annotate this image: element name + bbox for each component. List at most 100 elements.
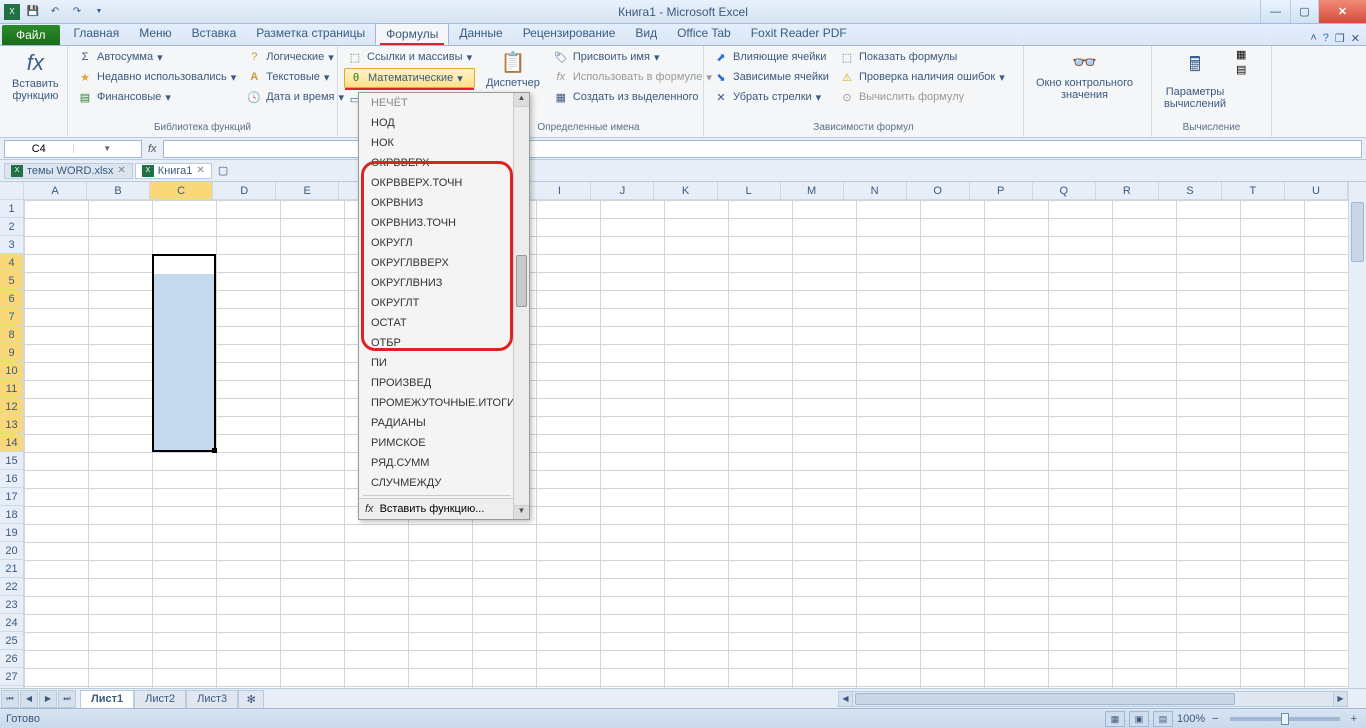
function-menu-item[interactable]: ОКРВВЕРХ.ТОЧН — [359, 173, 513, 193]
formula-input[interactable] — [163, 140, 1362, 158]
sheet-nav-button[interactable]: ⏭ — [58, 690, 76, 708]
column-header[interactable]: E — [276, 182, 339, 199]
row-header[interactable]: 2 — [0, 218, 23, 236]
new-doc-icon[interactable]: ▢ — [218, 164, 228, 177]
window-restore-icon[interactable]: ❐ — [1335, 32, 1345, 45]
normal-view-button[interactable]: ▦ — [1105, 711, 1125, 727]
define-name-button[interactable]: 🏷Присвоить имя ▾ — [550, 48, 715, 66]
function-menu-item[interactable]: ОКРВНИЗ — [359, 193, 513, 213]
row-header[interactable]: 19 — [0, 524, 23, 542]
close-tab-icon[interactable]: ✕ — [117, 165, 125, 176]
zoom-level[interactable]: 100% — [1177, 713, 1205, 725]
row-header[interactable]: 6 — [0, 290, 23, 308]
row-header[interactable]: 11 — [0, 380, 23, 398]
function-menu-item[interactable]: НОД — [359, 113, 513, 133]
function-menu-item[interactable]: ОКРУГЛВНИЗ — [359, 273, 513, 293]
lookup-button[interactable]: ⬚Ссылки и массивы ▾ — [344, 48, 475, 66]
column-header[interactable]: I — [528, 182, 591, 199]
row-header[interactable]: 27 — [0, 668, 23, 686]
scroll-up-icon[interactable]: ▲ — [514, 93, 529, 107]
insert-function-button[interactable]: fx Вставить функцию — [6, 48, 65, 104]
trace-precedents-button[interactable]: ⬈Влияющие ячейки — [710, 48, 832, 66]
page-layout-view-button[interactable]: ▣ — [1129, 711, 1149, 727]
sheet-tab[interactable]: Лист2 — [134, 690, 186, 708]
undo-icon[interactable]: ↶ — [46, 3, 64, 21]
row-header[interactable]: 3 — [0, 236, 23, 254]
ribbon-tab-вид[interactable]: Вид — [625, 23, 667, 45]
function-menu-item[interactable]: ОКРВВЕРХ — [359, 153, 513, 173]
row-header[interactable]: 12 — [0, 398, 23, 416]
function-menu-item[interactable]: ОКРУГЛ — [359, 233, 513, 253]
ribbon-tab-главная[interactable]: Главная — [64, 23, 130, 45]
ribbon-tab-рецензирование[interactable]: Рецензирование — [513, 23, 626, 45]
namebox-dropdown-icon[interactable]: ▼ — [73, 144, 142, 153]
file-tab[interactable]: Файл — [2, 25, 60, 45]
document-tab[interactable]: Xтемы WORD.xlsx✕ — [4, 163, 133, 179]
function-menu-item[interactable]: НЕЧЁТ — [359, 93, 513, 113]
zoom-out-button[interactable]: − — [1209, 713, 1221, 725]
column-header[interactable]: Q — [1033, 182, 1096, 199]
ribbon-tab-формулы[interactable]: Формулы — [375, 23, 449, 45]
math-trig-button[interactable]: θМатематические ▾ — [344, 68, 475, 88]
function-menu-item[interactable]: РЯД.СУММ — [359, 453, 513, 473]
remove-arrows-button[interactable]: ✕Убрать стрелки ▾ — [710, 88, 832, 106]
column-header[interactable]: B — [87, 182, 150, 199]
column-header[interactable]: D — [213, 182, 276, 199]
row-header[interactable]: 23 — [0, 596, 23, 614]
row-header[interactable]: 5 — [0, 272, 23, 290]
minimize-button[interactable]: — — [1260, 0, 1290, 23]
minimize-ribbon-icon[interactable]: ˄ — [1310, 32, 1316, 45]
ribbon-tab-вставка[interactable]: Вставка — [182, 23, 247, 45]
zoom-in-button[interactable]: + — [1348, 713, 1360, 725]
function-menu-item[interactable]: ПИ — [359, 353, 513, 373]
sheet-tab[interactable]: Лист3 — [186, 690, 238, 708]
column-header[interactable]: A — [24, 182, 87, 199]
column-headers[interactable]: ABCDEFGHIJKLMNOPQRSTU — [24, 182, 1348, 200]
trace-dependents-button[interactable]: ⬊Зависимые ячейки — [710, 68, 832, 86]
row-header[interactable]: 14 — [0, 434, 23, 452]
column-header[interactable]: S — [1159, 182, 1222, 199]
document-tab[interactable]: XКнига1✕ — [135, 163, 212, 179]
row-header[interactable]: 10 — [0, 362, 23, 380]
text-button[interactable]: AТекстовые ▾ — [243, 68, 347, 86]
row-header[interactable]: 1 — [0, 200, 23, 218]
recently-used-button[interactable]: ★Недавно использовались ▾ — [74, 68, 239, 86]
new-sheet-button[interactable]: ✻ — [238, 690, 264, 708]
evaluate-formula-button[interactable]: ⊙Вычислить формулу — [836, 88, 1008, 106]
row-header[interactable]: 16 — [0, 470, 23, 488]
create-from-selection-button[interactable]: ▦Создать из выделенного — [550, 88, 715, 106]
function-menu-item[interactable]: ОТБР — [359, 333, 513, 353]
function-menu-item[interactable]: СЛУЧМЕЖДУ — [359, 473, 513, 493]
sheet-tab[interactable]: Лист1 — [80, 690, 134, 708]
help-icon[interactable]: ? — [1323, 32, 1329, 45]
window-close-icon[interactable]: ✕ — [1351, 32, 1360, 45]
row-header[interactable]: 9 — [0, 344, 23, 362]
vertical-scrollbar[interactable] — [1348, 182, 1366, 700]
qat-dropdown-icon[interactable]: ▼ — [90, 3, 108, 21]
ribbon-tab-меню[interactable]: Меню — [129, 23, 181, 45]
row-header[interactable]: 20 — [0, 542, 23, 560]
column-header[interactable]: T — [1222, 182, 1285, 199]
ribbon-tab-данные[interactable]: Данные — [449, 23, 512, 45]
row-header[interactable]: 22 — [0, 578, 23, 596]
error-checking-button[interactable]: ⚠Проверка наличия ошибок ▾ — [836, 68, 1008, 86]
row-headers[interactable]: 1234567891011121314151617181920212223242… — [0, 200, 24, 700]
calc-sheet-icon[interactable]: ▤ — [1236, 63, 1246, 76]
close-tab-icon[interactable]: ✕ — [196, 165, 204, 176]
function-menu-item[interactable]: ПРОМЕЖУТОЧНЫЕ.ИТОГИ — [359, 393, 513, 413]
page-break-view-button[interactable]: ▤ — [1153, 711, 1173, 727]
column-header[interactable]: K — [654, 182, 717, 199]
ribbon-tab-office tab[interactable]: Office Tab — [667, 23, 741, 45]
insert-function-menu-item[interactable]: fx Вставить функцию... — [359, 498, 513, 519]
financial-button[interactable]: ▤Финансовые ▾ — [74, 88, 239, 106]
watch-window-button[interactable]: 👓 Окно контрольного значения — [1030, 48, 1139, 103]
column-header[interactable]: P — [970, 182, 1033, 199]
function-menu-item[interactable]: РАДИАНЫ — [359, 413, 513, 433]
ribbon-tab-foxit reader pdf[interactable]: Foxit Reader PDF — [741, 23, 857, 45]
column-header[interactable]: R — [1096, 182, 1159, 199]
vscroll-thumb[interactable] — [1351, 202, 1364, 262]
show-formulas-button[interactable]: ⬚Показать формулы — [836, 48, 1008, 66]
column-header[interactable]: J — [591, 182, 654, 199]
sheet-nav-button[interactable]: ▶ — [39, 690, 57, 708]
function-menu-item[interactable]: ОКРВНИЗ.ТОЧН — [359, 213, 513, 233]
